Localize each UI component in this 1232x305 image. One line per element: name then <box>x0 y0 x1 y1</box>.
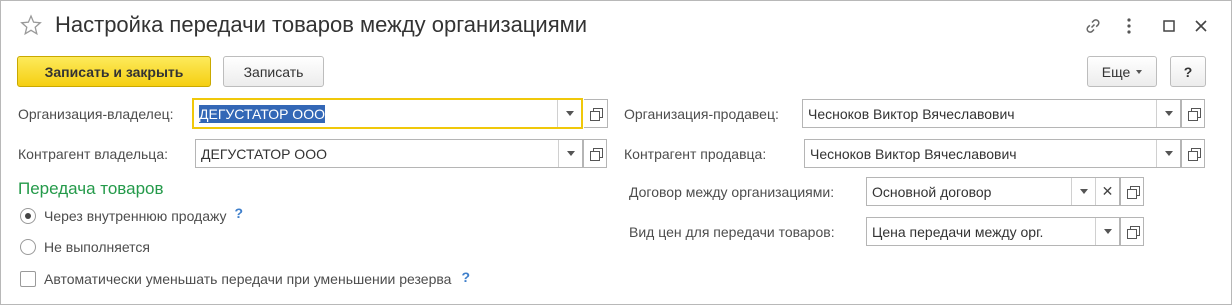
owner-org-label: Организация-владелец: <box>18 106 174 122</box>
more-button-label: Еще <box>1101 63 1131 80</box>
contract-open-button[interactable] <box>1120 177 1144 206</box>
open-icon <box>1187 108 1201 121</box>
auto-reduce-checkbox-row[interactable]: Автоматически уменьшать передачи при уме… <box>20 269 470 287</box>
price-type-open-button[interactable] <box>1120 217 1144 246</box>
radio-label: Не выполняется <box>44 239 150 255</box>
price-type-value[interactable]: Цена передачи между орг. <box>867 218 1095 245</box>
window-title: Настройка передачи товаров между организ… <box>55 12 588 37</box>
link-icon[interactable] <box>1082 15 1104 37</box>
seller-org-field[interactable]: Чесноков Виктор Вячеславович <box>802 99 1181 128</box>
owner-contractor-open-button[interactable] <box>583 139 607 168</box>
seller-contractor-dropdown-icon[interactable] <box>1156 140 1180 167</box>
seller-contractor-field[interactable]: Чесноков Виктор Вячеславович <box>804 139 1181 168</box>
radio-label: Через внутреннюю продажу <box>44 208 227 224</box>
more-vertical-icon[interactable] <box>1118 15 1140 37</box>
price-type-field[interactable]: Цена передачи между орг. <box>866 217 1120 246</box>
maximize-icon[interactable] <box>1158 15 1180 37</box>
owner-org-dropdown-icon[interactable] <box>557 100 581 127</box>
help-icon[interactable]: ? <box>235 205 244 221</box>
close-icon[interactable] <box>1190 15 1212 37</box>
open-icon <box>1187 148 1201 161</box>
radio-button[interactable] <box>20 208 36 224</box>
price-type-label: Вид цен для передачи товаров: <box>629 224 835 240</box>
more-button[interactable]: Еще <box>1087 56 1157 87</box>
open-icon <box>589 148 603 161</box>
owner-contractor-field[interactable]: ДЕГУСТАТОР ООО <box>195 139 583 168</box>
save-button[interactable]: Записать <box>223 56 324 87</box>
seller-org-open-button[interactable] <box>1181 99 1205 128</box>
auto-reduce-label: Автоматически уменьшать передачи при уме… <box>44 271 452 287</box>
price-type-dropdown-icon[interactable] <box>1095 218 1119 245</box>
contract-field[interactable]: Основной договор ✕ <box>866 177 1120 206</box>
owner-org-value[interactable]: ДЕГУСТАТОР ООО <box>194 100 557 127</box>
seller-contractor-label: Контрагент продавца: <box>624 146 767 162</box>
contract-dropdown-icon[interactable] <box>1071 178 1095 205</box>
section-title: Передача товаров <box>18 179 164 198</box>
seller-contractor-open-button[interactable] <box>1181 139 1205 168</box>
chevron-down-icon <box>1136 69 1143 74</box>
open-icon <box>590 108 603 121</box>
owner-contractor-dropdown-icon[interactable] <box>558 140 582 167</box>
contract-label: Договор между организациями: <box>629 184 835 200</box>
open-icon <box>1126 226 1140 239</box>
save-and-close-button[interactable]: Записать и закрыть <box>17 56 211 87</box>
seller-contractor-value[interactable]: Чесноков Виктор Вячеславович <box>805 140 1156 167</box>
favorite-star-icon[interactable] <box>20 14 42 36</box>
radio-not-performed[interactable]: Не выполняется <box>20 239 150 255</box>
clear-icon[interactable]: ✕ <box>1095 178 1119 205</box>
help-icon[interactable]: ? <box>461 269 470 285</box>
owner-org-open-button[interactable] <box>584 99 608 128</box>
help-button[interactable]: ? <box>1170 56 1206 87</box>
open-icon <box>1126 186 1140 199</box>
seller-org-label: Организация-продавец: <box>624 106 779 122</box>
owner-contractor-label: Контрагент владельца: <box>18 146 168 162</box>
owner-contractor-value[interactable]: ДЕГУСТАТОР ООО <box>196 140 558 167</box>
owner-org-field[interactable]: ДЕГУСТАТОР ООО <box>192 98 583 129</box>
auto-reduce-checkbox[interactable] <box>20 271 36 287</box>
radio-button[interactable] <box>20 239 36 255</box>
radio-internal-sale[interactable]: Через внутреннюю продажу ? <box>20 205 244 224</box>
seller-org-dropdown-icon[interactable] <box>1156 100 1180 127</box>
settings-window: Настройка передачи товаров между организ… <box>0 0 1232 305</box>
seller-org-value[interactable]: Чесноков Виктор Вячеславович <box>803 100 1156 127</box>
contract-value[interactable]: Основной договор <box>867 178 1071 205</box>
